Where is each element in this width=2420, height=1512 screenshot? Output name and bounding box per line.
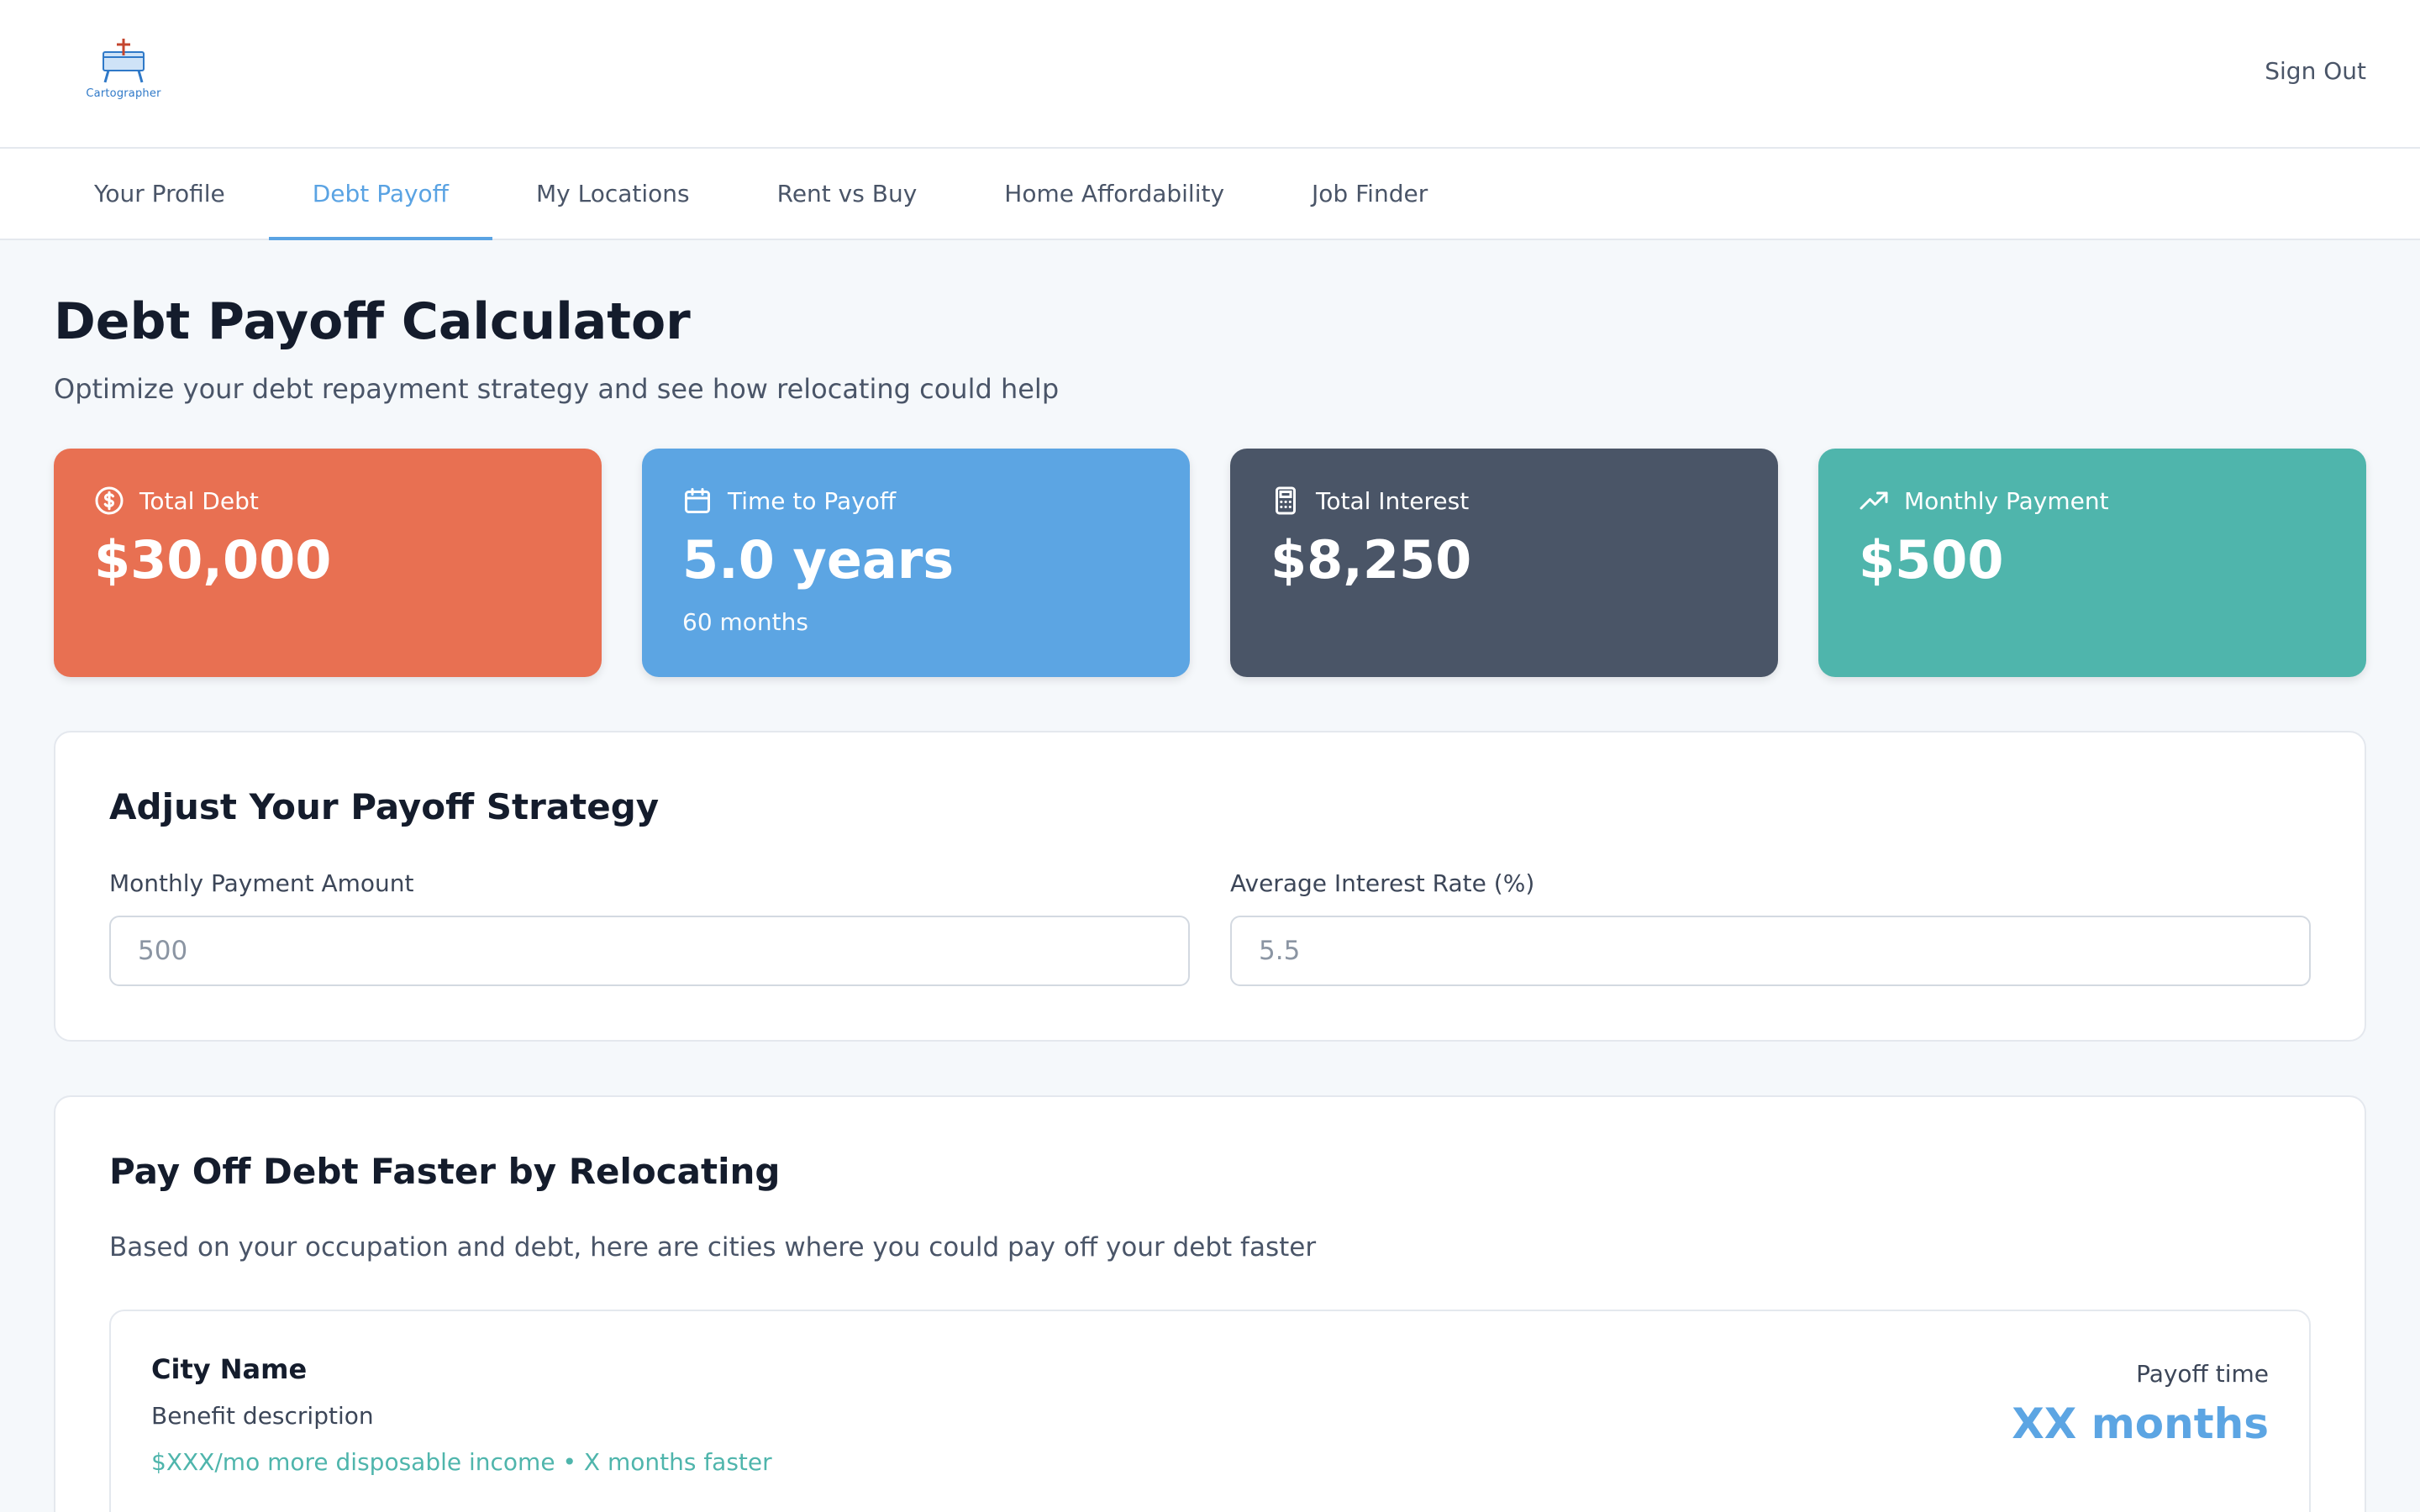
monthly-payment-input[interactable] — [109, 916, 1190, 986]
stat-label: Total Interest — [1316, 486, 1470, 515]
strategy-title: Adjust Your Payoff Strategy — [109, 786, 660, 827]
stat-card-time-to-payoff: Time to Payoff 5.0 years 60 months — [642, 449, 1190, 677]
tab-my-locations[interactable]: My Locations — [492, 149, 734, 239]
page-title: Debt Payoff Calculator — [54, 292, 691, 351]
stat-value: $30,000 — [94, 529, 332, 591]
relocate-title: Pay Off Debt Faster by Relocating — [109, 1151, 781, 1192]
nav-tabs: Your Profile Debt Payoff My Locations Re… — [0, 149, 2420, 240]
top-header: Cartographer Sign Out — [0, 0, 2420, 149]
tab-debt-payoff[interactable]: Debt Payoff — [268, 149, 493, 240]
main-content: Debt Payoff Calculator Optimize your deb… — [0, 294, 2420, 1512]
calendar-icon — [685, 488, 710, 513]
logo-text: Cartographer — [86, 87, 161, 100]
sign-out-button[interactable]: Sign Out — [2265, 57, 2366, 85]
tab-rent-vs-buy[interactable]: Rent vs Buy — [734, 149, 961, 239]
interest-rate-input[interactable] — [1230, 916, 2311, 986]
city-card[interactable]: City Name Benefit description $XXX/mo mo… — [109, 1310, 2311, 1512]
city-name: City Name — [151, 1353, 308, 1385]
interest-rate-label: Average Interest Rate (%) — [1230, 869, 1535, 897]
monthly-payment-label: Monthly Payment Amount — [109, 869, 414, 897]
stat-card-monthly-payment: Monthly Payment $500 — [1818, 449, 2366, 677]
stat-value: 5.0 years — [682, 529, 955, 591]
stat-cards: Total Debt $30,000 Time to Payoff 5.0 ye… — [54, 449, 2366, 677]
payoff-time-label: Payoff time — [2136, 1360, 2269, 1388]
stat-sub: 60 months — [682, 608, 808, 636]
stat-card-total-debt: Total Debt $30,000 — [54, 449, 602, 677]
stat-label: Time to Payoff — [728, 486, 897, 515]
tab-your-profile[interactable]: Your Profile — [50, 149, 269, 239]
relocate-panel: Pay Off Debt Faster by Relocating Based … — [54, 1095, 2366, 1512]
calculator-icon — [1276, 486, 1296, 515]
dollar-circle-icon — [95, 486, 124, 515]
stat-card-total-interest: Total Interest $8,250 — [1230, 449, 1778, 677]
cartographer-logo-icon — [103, 39, 145, 83]
payoff-time-value: XX months — [2012, 1399, 2269, 1448]
tab-home-affordability[interactable]: Home Affordability — [960, 149, 1268, 239]
relocate-subtitle: Based on your occupation and debt, here … — [109, 1232, 1317, 1263]
stat-label: Total Debt — [139, 486, 259, 515]
app-logo[interactable]: Cartographer — [86, 37, 161, 108]
strategy-panel: Adjust Your Payoff Strategy Monthly Paym… — [54, 731, 2366, 1042]
city-gain: $XXX/mo more disposable income • X month… — [151, 1448, 772, 1476]
page-subtitle: Optimize your debt repayment strategy an… — [54, 373, 1060, 405]
stat-value: $8,250 — [1270, 529, 1472, 591]
trending-up-icon — [1860, 491, 1888, 510]
city-description: Benefit description — [151, 1402, 374, 1430]
stat-value: $500 — [1859, 529, 2004, 591]
stat-label: Monthly Payment — [1904, 486, 2109, 515]
tab-job-finder[interactable]: Job Finder — [1268, 149, 1471, 239]
